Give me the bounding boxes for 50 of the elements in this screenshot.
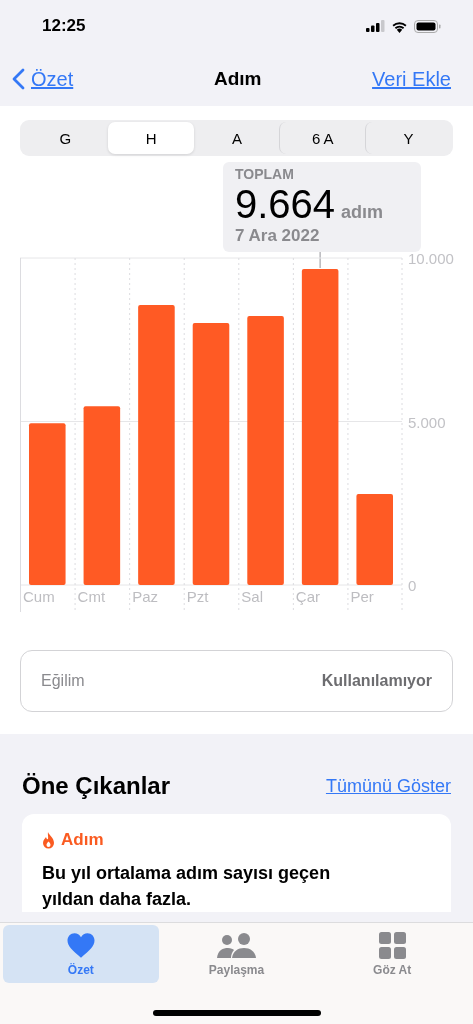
nav-title: Adım xyxy=(213,68,262,90)
signal-icon xyxy=(366,20,385,32)
bar[interactable] xyxy=(83,406,121,585)
highlight-card[interactable]: Adım Bu yıl ortalama adım sayısı geçen yıldan daha fazla. xyxy=(22,814,451,912)
segment-tab[interactable]: Y xyxy=(365,122,451,154)
card-text: Bu yıl ortalama adım sayısı geçen yıldan daha fazla. xyxy=(42,862,332,911)
trend-label: Eğilim xyxy=(41,672,85,690)
status-time: 12:25 xyxy=(42,16,86,36)
axis-label: 0 xyxy=(408,577,417,594)
date-label: 7 Ara 2022 xyxy=(235,226,321,246)
wifi-icon xyxy=(391,19,408,33)
tab-bar-item[interactable]: Göz At xyxy=(314,925,470,983)
card-category: Adım xyxy=(61,830,104,850)
bar[interactable] xyxy=(138,305,175,585)
flame-icon xyxy=(42,831,55,849)
axis-label: 5.000 xyxy=(408,413,446,431)
segment-tab[interactable]: G xyxy=(22,122,108,154)
tab-bar-item[interactable]: Özet xyxy=(3,925,159,983)
chevron-left-icon xyxy=(12,68,25,90)
grid-icon xyxy=(378,931,406,959)
bar[interactable] xyxy=(356,494,393,585)
add-data-link[interactable]: Veri Ekle xyxy=(372,67,451,91)
segment-tab[interactable]: 6 A xyxy=(279,122,366,154)
axis-label: Paz xyxy=(132,588,158,605)
leader-line xyxy=(319,252,321,269)
axis-label: Çar xyxy=(295,588,321,605)
tooltip-caption: TOPLAM xyxy=(235,166,295,182)
tab-bar-item[interactable]: Paylaşma xyxy=(158,925,315,983)
trend-value: Kullanılamıyor xyxy=(321,672,432,690)
bar[interactable] xyxy=(301,269,339,585)
axis-label: Cum xyxy=(23,588,55,605)
battery-icon xyxy=(414,19,441,33)
bar[interactable] xyxy=(29,423,66,585)
segment-tab[interactable]: A xyxy=(193,122,280,154)
unit-label: adım xyxy=(341,202,384,223)
people-icon xyxy=(216,931,257,959)
show-all-link[interactable]: Tümünü Göster xyxy=(325,775,451,797)
back-link[interactable]: Özet xyxy=(12,67,74,91)
axis-label: Cmt xyxy=(77,588,106,605)
bar[interactable] xyxy=(192,323,230,585)
section-title: Öne Çıkanlar xyxy=(22,772,171,800)
bar[interactable] xyxy=(247,315,284,585)
trend-card[interactable]: Eğilim Kullanılamıyor xyxy=(20,650,453,712)
total-value: 9.664 xyxy=(235,182,336,226)
segment-tab[interactable]: H xyxy=(107,122,194,154)
axis-label: 10.000 xyxy=(408,252,454,267)
axis-label: Pzt xyxy=(186,588,209,605)
axis-label: Per xyxy=(350,588,374,605)
axis-label: Sal xyxy=(241,588,263,605)
heart-icon xyxy=(65,931,96,959)
